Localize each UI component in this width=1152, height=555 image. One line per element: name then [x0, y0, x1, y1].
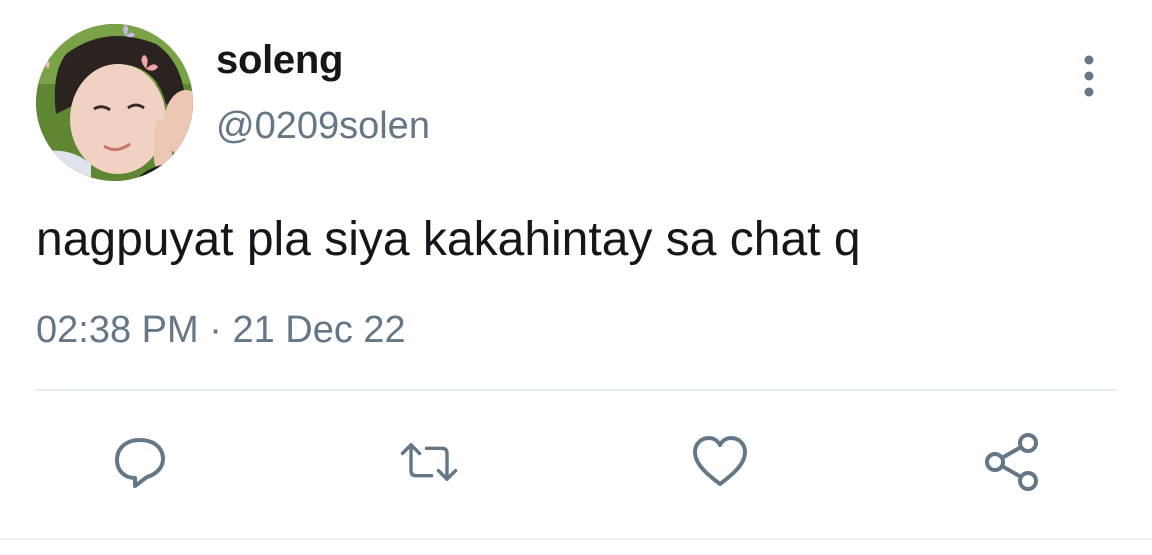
reply-button[interactable] [110, 432, 170, 492]
avatar[interactable] [36, 24, 193, 181]
share-button[interactable] [982, 432, 1042, 492]
retweet-button[interactable] [399, 432, 459, 492]
tweet-card: soleng @0209solen nagpuyat pla siya kaka… [0, 0, 1152, 555]
timestamp-separator: · [209, 309, 222, 351]
retweet-icon [400, 443, 458, 481]
tweet-time: 02:38 PM [36, 309, 199, 351]
more-options-button[interactable] [1070, 54, 1108, 98]
share-icon [985, 433, 1038, 491]
tweet-timestamp[interactable]: 02:38 PM · 21 Dec 22 [36, 309, 406, 352]
more-vertical-icon [1084, 55, 1094, 97]
divider [36, 389, 1116, 391]
display-name[interactable]: soleng [216, 38, 343, 83]
bottom-divider [0, 538, 1152, 540]
avatar-image [36, 24, 193, 181]
user-handle[interactable]: @0209solen [216, 105, 430, 148]
heart-icon [693, 436, 747, 486]
tweet-date: 21 Dec 22 [232, 309, 406, 351]
reply-icon [115, 438, 165, 488]
like-button[interactable] [690, 432, 750, 492]
tweet-text: nagpuyat pla siya kakahintay sa chat q [36, 213, 861, 266]
